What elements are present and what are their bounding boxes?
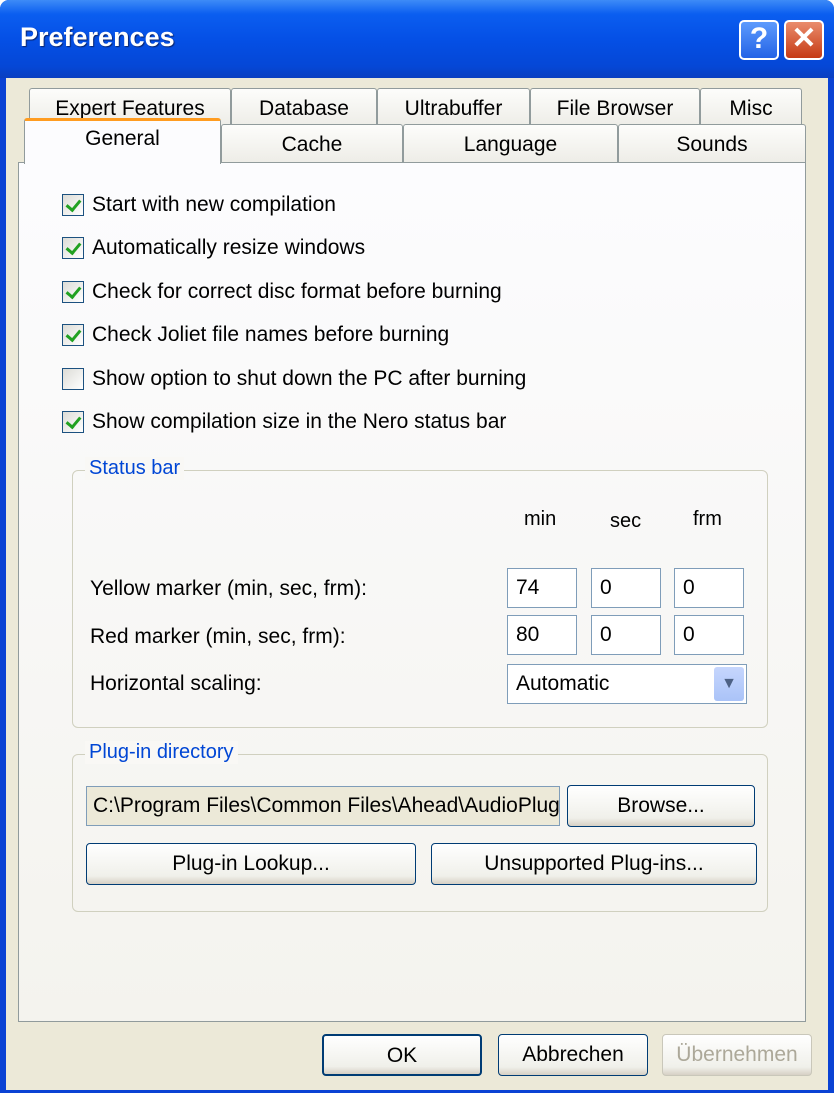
cancel-button[interactable]: Abbrechen	[498, 1034, 648, 1076]
checkbox[interactable]	[62, 368, 84, 390]
column-frm: frm	[693, 508, 722, 530]
red-sec-field[interactable]: 0	[591, 615, 661, 655]
yellow-min-field[interactable]: 74	[507, 568, 577, 608]
column-sec: sec	[610, 510, 642, 532]
option-auto-resize-windows[interactable]: Automatically resize windows	[62, 233, 365, 263]
option-label: Check Joliet file names before burning	[92, 323, 450, 346]
option-check-disc-format[interactable]: Check for correct disc format before bur…	[62, 277, 502, 307]
checkbox[interactable]	[62, 237, 84, 259]
title-bar[interactable]: Preferences ? ✕	[0, 0, 834, 78]
option-show-shutdown[interactable]: Show option to shut down the PC after bu…	[62, 364, 526, 394]
status-bar-legend: Status bar	[85, 457, 185, 480]
yellow-sec-field[interactable]: 0	[591, 568, 661, 608]
horizontal-scaling-label: Horizontal scaling:	[90, 672, 262, 695]
ok-button[interactable]: OK	[322, 1034, 482, 1076]
option-label: Show option to shut down the PC after bu…	[92, 367, 527, 390]
checkbox[interactable]	[62, 324, 84, 346]
tab-sounds[interactable]: Sounds	[618, 124, 806, 166]
plugin-path-field[interactable]: C:\Program Files\Common Files\Ahead\Audi…	[86, 786, 560, 826]
dialog-body: Expert Features Database Ultrabuffer Fil…	[6, 78, 828, 1090]
chevron-down-icon[interactable]: ▼	[714, 667, 744, 701]
tab-language[interactable]: Language	[403, 124, 618, 166]
yellow-frm-field[interactable]: 0	[674, 568, 744, 608]
checkbox[interactable]	[62, 411, 84, 433]
scaling-value: Automatic	[516, 672, 610, 695]
red-marker-label: Red marker (min, sec, frm):	[90, 625, 346, 648]
option-label: Automatically resize windows	[92, 236, 366, 259]
horizontal-scaling-select[interactable]: Automatic ▼	[507, 664, 747, 704]
unsupported-plugins-button[interactable]: Unsupported Plug-ins...	[431, 843, 757, 885]
apply-button: Übernehmen	[662, 1034, 812, 1076]
close-button[interactable]: ✕	[784, 20, 824, 60]
tab-cache[interactable]: Cache	[221, 124, 403, 166]
yellow-marker-label: Yellow marker (min, sec, frm):	[90, 577, 367, 600]
checkbox[interactable]	[62, 281, 84, 303]
tab-general[interactable]: General	[24, 118, 221, 164]
plugin-directory-group: Plug-in directory	[72, 741, 768, 912]
plugin-lookup-button[interactable]: Plug-in Lookup...	[86, 843, 416, 885]
help-button[interactable]: ?	[739, 20, 779, 60]
option-label: Check for correct disc format before bur…	[92, 280, 502, 303]
option-show-compilation-size[interactable]: Show compilation size in the Nero status…	[62, 407, 506, 437]
option-check-joliet-names[interactable]: Check Joliet file names before burning	[62, 320, 449, 350]
browse-button[interactable]: Browse...	[567, 785, 755, 827]
window-title: Preferences	[20, 22, 175, 52]
column-min: min	[524, 508, 557, 530]
plugin-directory-legend: Plug-in directory	[85, 741, 238, 764]
checkbox[interactable]	[62, 194, 84, 216]
option-start-new-compilation[interactable]: Start with new compilation	[62, 190, 336, 220]
preferences-window: Preferences ? ✕ Expert Features Database…	[0, 0, 834, 1093]
red-frm-field[interactable]: 0	[674, 615, 744, 655]
option-label: Start with new compilation	[92, 193, 336, 216]
red-min-field[interactable]: 80	[507, 615, 577, 655]
option-label: Show compilation size in the Nero status…	[92, 410, 507, 433]
